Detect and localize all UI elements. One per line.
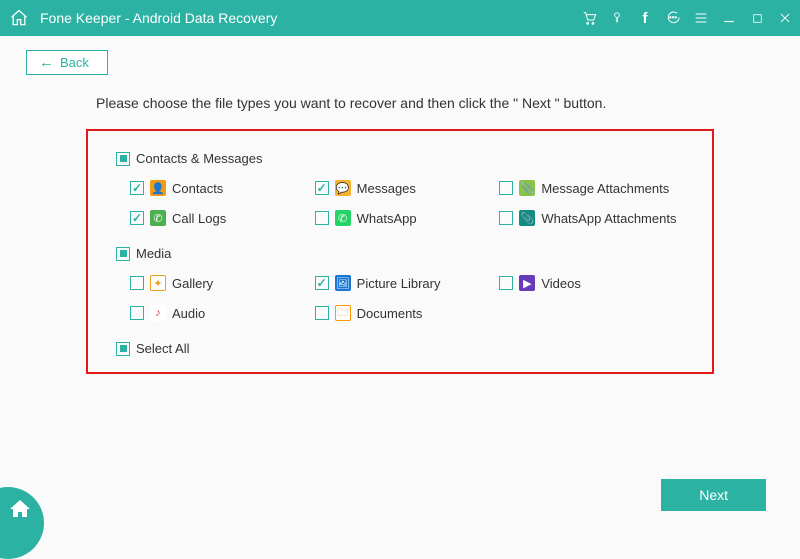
category-media[interactable]: Media <box>116 246 684 261</box>
checkbox-whatsapp-attachments[interactable] <box>499 211 513 225</box>
home-icon <box>8 497 32 521</box>
checkbox-gallery[interactable] <box>130 276 144 290</box>
cart-icon[interactable] <box>580 9 598 27</box>
item-documents[interactable]: 🗀 Documents <box>315 305 500 321</box>
menu-icon[interactable] <box>692 9 710 27</box>
back-button[interactable]: ← Back <box>26 50 108 75</box>
maximize-button[interactable] <box>748 9 766 27</box>
videos-icon: ▶ <box>519 275 535 291</box>
item-videos[interactable]: ▶ Videos <box>499 275 684 291</box>
titlebar: Fone Keeper - Android Data Recovery f <box>0 0 800 36</box>
audio-icon: ♪ <box>150 305 166 321</box>
titlebar-actions: f <box>580 9 794 27</box>
item-gallery[interactable]: ✦ Gallery <box>130 275 315 291</box>
item-audio[interactable]: ♪ Audio <box>130 305 315 321</box>
feedback-icon[interactable] <box>664 9 682 27</box>
checkbox-videos[interactable] <box>499 276 513 290</box>
facebook-icon[interactable]: f <box>636 9 654 27</box>
call-logs-icon: ✆ <box>150 210 166 226</box>
checkbox-audio[interactable] <box>130 306 144 320</box>
checkbox-contacts-messages[interactable] <box>116 152 130 166</box>
next-button[interactable]: Next <box>661 479 766 511</box>
close-button[interactable] <box>776 9 794 27</box>
messages-icon: 💬 <box>335 180 351 196</box>
item-whatsapp[interactable]: ✆ WhatsApp <box>315 210 500 226</box>
documents-icon: 🗀 <box>335 305 351 321</box>
checkbox-picture-library[interactable] <box>315 276 329 290</box>
home-icon <box>8 7 30 29</box>
picture-library-icon: 🖼 <box>335 275 351 291</box>
app-title: Fone Keeper - Android Data Recovery <box>40 10 580 26</box>
item-contacts[interactable]: 👤 Contacts <box>130 180 315 196</box>
item-call-logs[interactable]: ✆ Call Logs <box>130 210 315 226</box>
item-whatsapp-attachments[interactable]: 📎 WhatsApp Attachments <box>499 210 684 226</box>
checkbox-message-attachments[interactable] <box>499 181 513 195</box>
whatsapp-attachments-icon: 📎 <box>519 210 535 226</box>
key-icon[interactable] <box>608 9 626 27</box>
checkbox-documents[interactable] <box>315 306 329 320</box>
gallery-icon: ✦ <box>150 275 166 291</box>
item-picture-library[interactable]: 🖼 Picture Library <box>315 275 500 291</box>
back-label: Back <box>60 55 89 70</box>
category-label: Contacts & Messages <box>136 151 262 166</box>
minimize-button[interactable] <box>720 9 738 27</box>
message-attachments-icon: 📎 <box>519 180 535 196</box>
checkbox-contacts[interactable] <box>130 181 144 195</box>
item-messages[interactable]: 💬 Messages <box>315 180 500 196</box>
select-all-label: Select All <box>136 341 189 356</box>
category-label: Media <box>136 246 171 261</box>
whatsapp-icon: ✆ <box>335 210 351 226</box>
instruction-text: Please choose the file types you want to… <box>96 95 774 111</box>
checkbox-whatsapp[interactable] <box>315 211 329 225</box>
file-types-panel: Contacts & Messages 👤 Contacts 💬 Message… <box>86 129 714 374</box>
contacts-icon: 👤 <box>150 180 166 196</box>
item-message-attachments[interactable]: 📎 Message Attachments <box>499 180 684 196</box>
back-arrow-icon: ← <box>39 55 54 70</box>
checkbox-media[interactable] <box>116 247 130 261</box>
checkbox-select-all[interactable] <box>116 342 130 356</box>
footer-home-button[interactable] <box>0 487 44 559</box>
checkbox-call-logs[interactable] <box>130 211 144 225</box>
category-contacts-messages[interactable]: Contacts & Messages <box>116 151 684 166</box>
checkbox-messages[interactable] <box>315 181 329 195</box>
select-all[interactable]: Select All <box>116 341 684 356</box>
